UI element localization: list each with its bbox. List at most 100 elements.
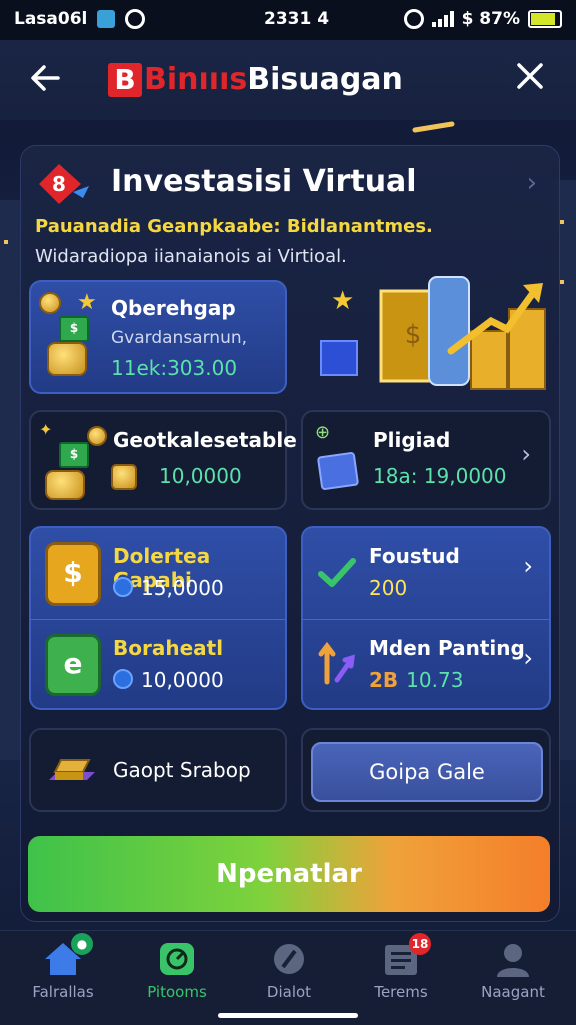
tile-gaopt-srabop[interactable]: Gaopt Srabop xyxy=(29,728,287,812)
nav-item-dialot[interactable]: Dialot xyxy=(234,941,344,1001)
tile-value-text: 10.73 xyxy=(406,668,464,692)
sync-icon xyxy=(125,9,146,29)
tile-qberehgap[interactable]: ★ $ Qberehgap Gvardansarnun, 11ek:303.00 xyxy=(29,280,287,394)
nav-label: Pitooms xyxy=(147,983,207,1001)
close-icon xyxy=(517,63,543,89)
home-icon: ● xyxy=(43,933,93,977)
brand: B Binıııs Bisuagan xyxy=(108,62,403,97)
arrow-left-icon xyxy=(31,65,60,91)
status-bar: Lasa06l 2331 4 $ 87% xyxy=(0,0,576,40)
nav-badge: ● xyxy=(71,933,93,955)
close-button[interactable] xyxy=(510,60,550,100)
gallery-icon xyxy=(97,10,116,28)
card-title: Investasisi Virtual xyxy=(111,164,417,199)
tile-value-text: 15,0000 xyxy=(141,576,224,600)
coin-stack-icon xyxy=(45,470,85,500)
emblem-icon: e xyxy=(45,634,101,696)
svg-text:★: ★ xyxy=(331,286,354,316)
tile-value: 11ek:303.00 xyxy=(111,356,238,380)
nav-label: Terems xyxy=(374,983,428,1001)
star-icon: ★ xyxy=(77,290,97,315)
investment-growth-illustration: ★ $ xyxy=(320,276,546,390)
tile-group-left: $ Dolertea Gapabi 15,0000 e Boraheatl 10… xyxy=(29,526,287,710)
tile-label: Geotkalesetable xyxy=(113,428,297,452)
tile-group-right: Foustud 200 › Mden Panting 2B 10.73 › xyxy=(301,526,551,710)
chevron-right-icon: › xyxy=(523,552,533,580)
status-left: Lasa06l xyxy=(14,9,146,29)
tile-value: 18a: 19,0000 xyxy=(373,464,507,488)
app-logo-icon: 8 xyxy=(39,164,89,204)
tile-pligiad[interactable]: ⊕ Pligiad 18a: 19,0000 › xyxy=(301,410,551,510)
cash-bundle-icon xyxy=(111,464,137,490)
tile-label: Pligiad xyxy=(373,428,451,452)
nav-item-terems[interactable]: 18 Terems xyxy=(346,933,456,1001)
signal-icon xyxy=(431,11,454,27)
nav-label: Naagant xyxy=(481,983,545,1001)
tile-value: 200 xyxy=(369,576,408,600)
star-icon: ✦ xyxy=(39,420,53,439)
gauge-icon xyxy=(157,941,197,977)
tile-label: Foustud xyxy=(369,544,460,568)
tile-label: Mden Panting xyxy=(369,636,525,660)
token-icon xyxy=(113,669,133,689)
tile-boraheatl[interactable]: e Boraheatl 10,0000 xyxy=(31,620,285,710)
chevron-right-icon: › xyxy=(521,440,531,468)
tile-sub: Gvardansarnun, xyxy=(111,328,248,348)
chevron-right-icon[interactable]: › xyxy=(527,168,537,198)
card-subtitle: Pauanadia Geanpkaabe: Bidlanantmes. xyxy=(35,216,433,237)
home-indicator xyxy=(218,1013,358,1018)
dollar-shield-icon: $ xyxy=(45,542,101,606)
tile-geotkalesetable[interactable]: ✦ $ Geotkalesetable 10,0000 xyxy=(29,410,297,510)
primary-action-label: Npenatlar xyxy=(216,859,362,889)
compass-icon xyxy=(269,941,309,977)
carrier-text: Lasa06l xyxy=(14,9,88,29)
tile-dolertea-gapabi[interactable]: $ Dolertea Gapabi 15,0000 xyxy=(31,528,285,618)
alarm-icon xyxy=(403,9,424,29)
tile-value: 2B 10.73 xyxy=(369,668,463,692)
tile-value-text: 10,0000 xyxy=(141,668,224,692)
button-label: Goipa Gale xyxy=(369,760,485,784)
brand-name-red: Binıııs xyxy=(144,62,248,97)
brand-logo: B xyxy=(108,62,142,97)
check-icon xyxy=(318,558,356,587)
tile-label: Boraheatl xyxy=(113,636,224,660)
coin-icon xyxy=(39,292,61,314)
tile-value: 10,0000 xyxy=(113,668,224,692)
back-button[interactable] xyxy=(28,60,68,100)
nav-item-falrallas[interactable]: ● Falrallas xyxy=(8,933,118,1001)
profile-icon xyxy=(493,941,533,977)
cubes-icon xyxy=(316,451,360,491)
goipa-gale-button[interactable]: Goipa Gale xyxy=(311,742,543,802)
trend-arrows-icon xyxy=(318,641,355,685)
money-icon: $ xyxy=(59,316,89,342)
battery-text: $ 87% xyxy=(461,9,520,29)
investment-card: 8 Investasisi Virtual › Pauanadia Geanpk… xyxy=(20,145,560,922)
gold-bar-icon xyxy=(49,759,95,780)
nav-label: Falrallas xyxy=(32,983,94,1001)
battery-icon xyxy=(528,10,562,28)
primary-action-button[interactable]: Npenatlar xyxy=(28,836,550,912)
app-header: B Binıııs Bisuagan xyxy=(0,40,576,120)
tile-value-prefix: 2B xyxy=(369,668,399,692)
document-icon: 18 xyxy=(381,933,431,977)
tile-label: Qberehgap xyxy=(111,296,236,320)
brand-name: Bisuagan xyxy=(247,62,403,97)
status-right: $ 87% xyxy=(403,9,562,29)
clock: 2331 4 xyxy=(264,9,330,29)
svg-text:$: $ xyxy=(405,320,422,350)
coin-stack-icon xyxy=(47,342,87,376)
coin-icon xyxy=(87,426,107,446)
tile-label: Gaopt Srabop xyxy=(113,758,251,782)
tile-foustud[interactable]: Foustud 200 › xyxy=(303,528,549,618)
nav-item-naagant[interactable]: Naagant xyxy=(458,941,568,1001)
svg-text:8: 8 xyxy=(52,172,66,196)
chevron-right-icon: › xyxy=(523,644,533,672)
tile-value: 10,0000 xyxy=(159,464,242,488)
bottom-navigation: ● Falrallas Pitooms Dialot 18 Terems Naa… xyxy=(0,930,576,1025)
tile-value: 15,0000 xyxy=(113,576,224,600)
sparkle-icon: ⊕ xyxy=(315,422,331,443)
nav-item-pitooms[interactable]: Pitooms xyxy=(122,941,232,1001)
card-description: Widaradiopa iianaianois ai Virtioal. xyxy=(35,246,347,267)
tile-mden-panting[interactable]: Mden Panting 2B 10.73 › xyxy=(303,620,549,710)
nav-label: Dialot xyxy=(266,983,312,1001)
